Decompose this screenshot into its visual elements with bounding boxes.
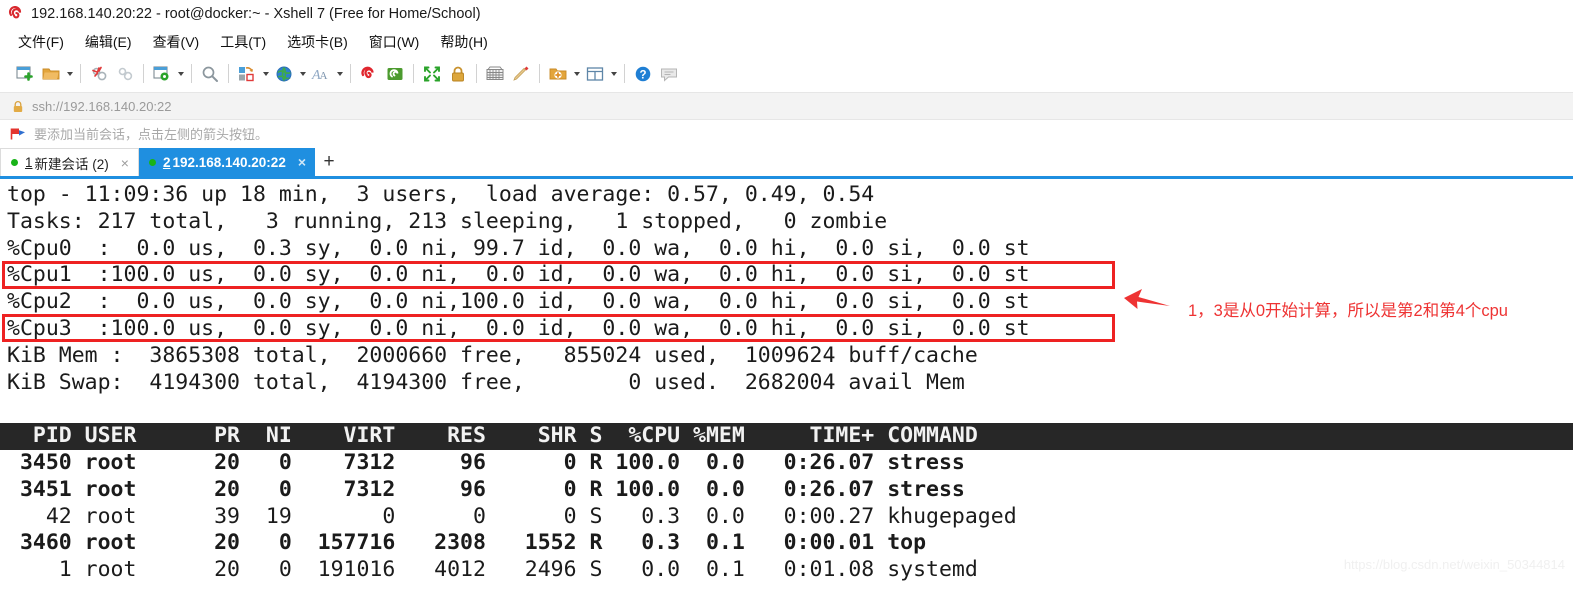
copy-paste-icon[interactable] <box>234 61 260 87</box>
lock-icon[interactable] <box>445 61 471 87</box>
chat-icon[interactable] <box>656 61 682 87</box>
toolbar-separator <box>624 64 625 83</box>
open-folder-icon[interactable] <box>38 61 64 87</box>
toolbar-separator <box>143 64 144 83</box>
copy-paste-dropdown-caret-icon[interactable] <box>260 61 271 87</box>
new-session-icon[interactable] <box>12 61 38 87</box>
new-tab-button[interactable]: + <box>315 148 344 176</box>
xshell-logo-icon <box>8 6 24 22</box>
table-row[interactable]: 3451 root 20 0 7312 96 0 R 100.0 0.0 0:2… <box>0 477 1573 504</box>
window-title: 192.168.140.20:22 - root@docker:~ - Xshe… <box>31 6 481 22</box>
tab-new-session[interactable]: 1 新建会话 (2) × <box>0 148 139 176</box>
session-properties-icon[interactable] <box>149 61 175 87</box>
top-summary-line: top - 11:09:36 up 18 min, 3 users, load … <box>7 182 875 207</box>
font-icon[interactable]: A A <box>308 61 334 87</box>
menu-edit[interactable]: 编辑(E) <box>85 32 132 52</box>
tab-status-dot-icon <box>148 158 156 166</box>
toolbar-separator <box>228 64 229 83</box>
menu-tools[interactable]: 工具(T) <box>220 32 266 52</box>
close-icon[interactable]: × <box>121 155 129 171</box>
menu-file[interactable]: 文件(F) <box>18 32 64 52</box>
tab-label: 192.168.140.20:22 <box>172 154 286 170</box>
help-icon[interactable]: ? <box>630 61 656 87</box>
layout-icon[interactable] <box>582 61 608 87</box>
tab-label: 新建会话 (2) <box>34 156 109 172</box>
xagent-icon[interactable] <box>382 61 408 87</box>
keyboard-icon[interactable] <box>482 61 508 87</box>
bookmark-flag-icon <box>10 127 26 141</box>
toolbar-separator <box>350 64 351 83</box>
menu-bar: 文件(F) 编辑(E) 查看(V) 工具(T) 选项卡(B) 窗口(W) 帮助(… <box>0 28 1573 55</box>
highlight-pen-icon[interactable] <box>508 61 534 87</box>
session-properties-dropdown-caret-icon[interactable] <box>175 61 186 87</box>
tab-bar: 1 新建会话 (2) × 2 192.168.140.20:22 × + <box>0 147 1573 179</box>
disconnect-icon[interactable] <box>86 61 112 87</box>
svg-text:?: ? <box>639 69 646 81</box>
layout-dropdown-caret-icon[interactable] <box>608 61 619 87</box>
add-folder-icon[interactable] <box>545 61 571 87</box>
menu-tab[interactable]: 选项卡(B) <box>287 32 348 52</box>
lock-icon <box>12 100 24 113</box>
tab-ssh-session[interactable]: 2 192.168.140.20:22 × <box>138 148 316 176</box>
reconnect-icon[interactable] <box>112 61 138 87</box>
menu-window[interactable]: 窗口(W) <box>369 32 420 52</box>
table-row[interactable]: 3450 root 20 0 7312 96 0 R 100.0 0.0 0:2… <box>0 450 1573 477</box>
find-icon[interactable] <box>197 61 223 87</box>
open-folder-dropdown-caret-icon[interactable] <box>64 61 75 87</box>
mem-line: KiB Mem : 3865308 total, 2000660 free, 8… <box>7 342 978 368</box>
watermark: https://blog.csdn.net/weixin_50344814 <box>1343 557 1565 573</box>
globe-dropdown-caret-icon[interactable] <box>297 61 308 87</box>
address-bar-value[interactable]: ssh://192.168.140.20:22 <box>32 99 172 114</box>
add-folder-dropdown-caret-icon[interactable] <box>571 61 582 87</box>
menu-help[interactable]: 帮助(H) <box>440 32 487 52</box>
cpu0-line: %Cpu0 : 0.0 us, 0.3 sy, 0.0 ni, 99.7 id,… <box>7 235 1030 261</box>
table-row[interactable]: 3460 root 20 0 157716 2308 1552 R 0.3 0.… <box>0 530 1573 557</box>
address-bar[interactable]: ssh://192.168.140.20:22 <box>0 92 1573 120</box>
annotation-text: 1，3是从0开始计算，所以是第2和第4个cpu <box>1188 302 1508 320</box>
tab-number: 1 <box>25 155 33 170</box>
toolbar-separator <box>413 64 414 83</box>
terminal-output[interactable]: top - 11:09:36 up 18 min, 3 users, load … <box>0 179 1573 583</box>
table-row[interactable]: 42 root 39 19 0 0 0 S 0.3 0.0 0:00.27 kh… <box>0 504 1573 531</box>
svg-text:A: A <box>320 70 328 82</box>
process-table-header: PID USER PR NI VIRT RES SHR S %CPU %MEM … <box>0 423 1573 450</box>
table-row[interactable]: 1 root 20 0 191016 4012 2496 S 0.0 0.1 0… <box>0 557 1573 583</box>
tasks-summary-line: Tasks: 217 total, 3 running, 213 sleepin… <box>7 208 888 234</box>
hint-bar: 要添加当前会话，点击左侧的箭头按钮。 <box>0 120 1573 147</box>
toolbar-separator <box>191 64 192 83</box>
toolbar-separator <box>539 64 540 83</box>
font-dropdown-caret-icon[interactable] <box>334 61 345 87</box>
toolbar-separator <box>80 64 81 83</box>
toolbar-separator <box>476 64 477 83</box>
tab-status-dot-icon <box>11 159 18 166</box>
xftp-icon[interactable] <box>356 61 382 87</box>
hint-text: 要添加当前会话，点击左侧的箭头按钮。 <box>34 127 269 142</box>
globe-icon[interactable] <box>271 61 297 87</box>
close-icon[interactable]: × <box>298 154 306 170</box>
tab-number: 2 <box>162 154 171 170</box>
title-bar: 192.168.140.20:22 - root@docker:~ - Xshe… <box>0 0 1573 28</box>
cpu1-line: %Cpu1 :100.0 us, 0.0 sy, 0.0 ni, 0.0 id,… <box>7 262 1030 288</box>
toolbar: A A ? <box>0 55 1573 92</box>
menu-view[interactable]: 查看(V) <box>153 32 200 52</box>
arrow-left-icon <box>1122 286 1174 324</box>
fullscreen-icon[interactable] <box>419 61 445 87</box>
swap-line: KiB Swap: 4194300 total, 4194300 free, 0… <box>7 369 965 395</box>
